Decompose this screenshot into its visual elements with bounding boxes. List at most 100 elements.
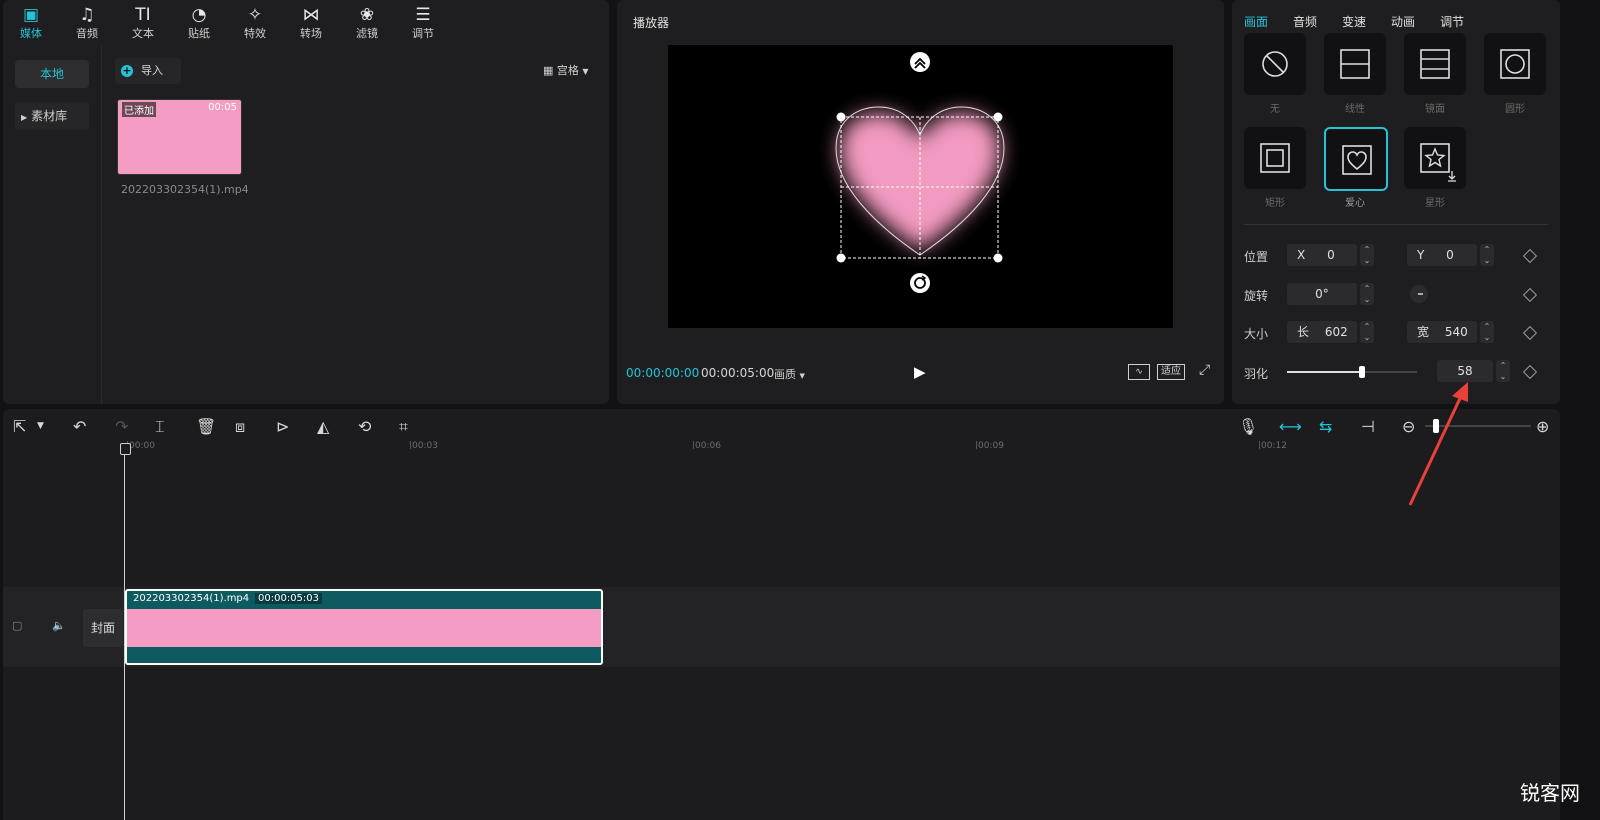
mirror-mask-icon <box>1420 49 1450 79</box>
playhead-handle[interactable] <box>120 443 131 455</box>
mask-option-heart[interactable] <box>1324 127 1388 191</box>
rect-mask-icon <box>1260 143 1290 173</box>
chevron-down-icon[interactable]: ▼ <box>37 421 44 431</box>
feather-input[interactable]: 58 <box>1437 360 1493 382</box>
feather-handle-icon[interactable] <box>910 52 930 72</box>
circle-mask-icon <box>1500 49 1530 79</box>
size-width-input[interactable]: 长 602 <box>1287 321 1357 343</box>
crop-icon[interactable]: ⌗ <box>399 417 408 437</box>
none-mask-icon <box>1262 51 1288 77</box>
player-controls: 00:00:00:00 00:00:05:00 画质 ▼ ▶ ∿ 适应 ⤢ <box>617 360 1224 388</box>
sidebar-item-library[interactable]: ▶ 素材库 <box>15 102 89 130</box>
auto-snap-icon[interactable]: ⟷ <box>1279 417 1302 436</box>
tab-play-square[interactable]: ▣ 媒体 <box>3 0 59 46</box>
transition-icon: ⋈ <box>302 5 320 25</box>
keyframe-diamond-icon[interactable] <box>1522 287 1538 303</box>
quality-select[interactable]: 画质 ▼ <box>774 366 805 382</box>
ruler-tick-mark <box>1259 441 1260 449</box>
total-time: 00:00:05:00 <box>701 366 775 380</box>
resize-handle[interactable] <box>836 253 846 263</box>
fullscreen-icon[interactable]: ⤢ <box>1199 362 1210 378</box>
feather-stepper[interactable]: ⌃ ⌄ <box>1496 360 1510 382</box>
grid-label: 宫格 <box>556 64 579 77</box>
keyframe-diamond-icon[interactable] <box>1522 364 1538 380</box>
feather-slider-fill <box>1287 371 1363 373</box>
feather-slider[interactable] <box>1287 366 1417 378</box>
waveform-icon[interactable]: ∿ <box>1128 364 1150 380</box>
rotate-icon[interactable]: ⟲ <box>358 417 371 436</box>
size-height-input[interactable]: 宽 540 <box>1407 321 1477 343</box>
playhead[interactable] <box>124 445 125 820</box>
mask-option-mirror[interactable] <box>1404 33 1466 95</box>
time-ruler[interactable]: 00:00 00:03 00:06 00:09 00:12 <box>3 441 1560 459</box>
prop-tab[interactable]: 音频 <box>1293 13 1317 30</box>
resize-handle[interactable] <box>993 253 1003 263</box>
linkage-icon[interactable]: ⇆ <box>1319 417 1332 436</box>
mask-option-circle[interactable] <box>1484 33 1546 95</box>
prop-tab[interactable]: 动画 <box>1391 13 1415 30</box>
redo-icon[interactable]: ↷ <box>115 417 128 436</box>
tab-filter[interactable]: ❀ 滤镜 <box>339 0 395 46</box>
tab-sliders[interactable]: ☰ 调节 <box>395 0 451 46</box>
width-stepper[interactable]: ⌃ ⌄ <box>1360 321 1374 343</box>
feather-label: 羽化 <box>1244 367 1269 381</box>
y-stepper[interactable]: ⌃ ⌄ <box>1480 244 1494 266</box>
import-button[interactable]: + 导入 <box>115 58 181 84</box>
select-tool-icon[interactable]: ⇱ <box>13 417 26 436</box>
feather-slider-knob[interactable] <box>1359 366 1366 378</box>
prop-tab[interactable]: 调节 <box>1440 13 1464 30</box>
tab-label: 贴纸 <box>188 27 210 40</box>
delete-icon[interactable]: 🗑 <box>196 417 216 436</box>
zoom-in-icon[interactable]: ⊕ <box>1536 417 1549 436</box>
rotation-dial[interactable] <box>1410 285 1428 303</box>
mask-option-none[interactable] <box>1244 33 1306 95</box>
timeline-clip[interactable]: 202203302354(1).mp4 00:00:05:03 <box>125 589 603 665</box>
prop-tab[interactable]: 画面 <box>1244 13 1268 30</box>
microphone-icon[interactable]: 🎙 <box>1238 417 1258 436</box>
mirror-icon[interactable]: ◭ <box>317 417 329 436</box>
tab-transition[interactable]: ⋈ 转场 <box>283 0 339 46</box>
tab-sparkle[interactable]: ✧ 特效 <box>227 0 283 46</box>
tab-text[interactable]: TI 文本 <box>115 0 171 46</box>
resize-handle[interactable] <box>993 112 1003 122</box>
track-visibility-icon[interactable]: ▢ <box>12 619 22 632</box>
preview-axis-icon[interactable]: ⊣ <box>1361 417 1375 436</box>
rotation-stepper[interactable]: ⌃ ⌄ <box>1360 283 1374 305</box>
grid-view-select[interactable]: ▦ 宫格 ▼ <box>543 62 589 78</box>
reverse-play-icon[interactable]: ⊳ <box>276 417 289 436</box>
split-icon[interactable]: ⌶ <box>155 417 165 437</box>
position-y-input[interactable]: Y 0 <box>1407 244 1477 266</box>
position-label: 位置 <box>1244 250 1269 264</box>
undo-icon[interactable]: ↶ <box>73 417 86 436</box>
rotation-input[interactable]: 0° <box>1287 283 1357 305</box>
position-x-input[interactable]: X 0 <box>1287 244 1357 266</box>
mask-option-linear[interactable] <box>1324 33 1386 95</box>
mask-option-rect[interactable] <box>1244 127 1306 189</box>
keyframe-diamond-icon[interactable] <box>1522 248 1538 264</box>
resize-handle[interactable] <box>836 112 846 122</box>
cover-button[interactable]: 封面 <box>83 609 123 647</box>
clip-duration: 00:00:05:03 <box>255 593 323 604</box>
keyframe-diamond-icon[interactable] <box>1522 325 1538 341</box>
ruler-tick-mark <box>976 441 977 449</box>
track-audio-icon[interactable]: 🔈 <box>52 619 66 632</box>
tab-sticker[interactable]: ◔ 贴纸 <box>171 0 227 46</box>
x-label: X <box>1297 248 1306 262</box>
player-panel: 播放器 00:00:00:00 00:00:05:00 画质 ▼ ▶ ∿ 适应 … <box>617 0 1224 404</box>
prop-tab[interactable]: 变速 <box>1342 13 1366 30</box>
preview-canvas[interactable] <box>668 45 1173 328</box>
sidebar-item-local[interactable]: 本地 <box>15 60 89 88</box>
properties-panel: 画面 音频 变速 动画 调节 无 线性 镜面 圆形 矩形 爱心 星形 位置 X 0 ⌃ ⌄ Y 0 ⌃… <box>1232 0 1560 404</box>
tab-music-note[interactable]: ♫ 音频 <box>59 0 115 46</box>
rotate-handle-icon[interactable] <box>910 273 930 293</box>
media-sidebar: 本地 ▶ 素材库 <box>3 46 102 404</box>
media-thumbnail[interactable]: 已添加 00:05 <box>117 99 242 175</box>
x-stepper[interactable]: ⌃ ⌄ <box>1360 244 1374 266</box>
watermark: 锐客网 <box>1520 781 1580 805</box>
fit-button[interactable]: 适应 <box>1157 364 1185 380</box>
play-icon[interactable]: ▶ <box>914 363 926 381</box>
height-stepper[interactable]: ⌃ ⌄ <box>1480 321 1494 343</box>
tab-label: 滤镜 <box>356 27 378 40</box>
mask-option-star[interactable] <box>1404 127 1466 189</box>
freeze-frame-icon[interactable]: ⧈ <box>235 417 245 437</box>
